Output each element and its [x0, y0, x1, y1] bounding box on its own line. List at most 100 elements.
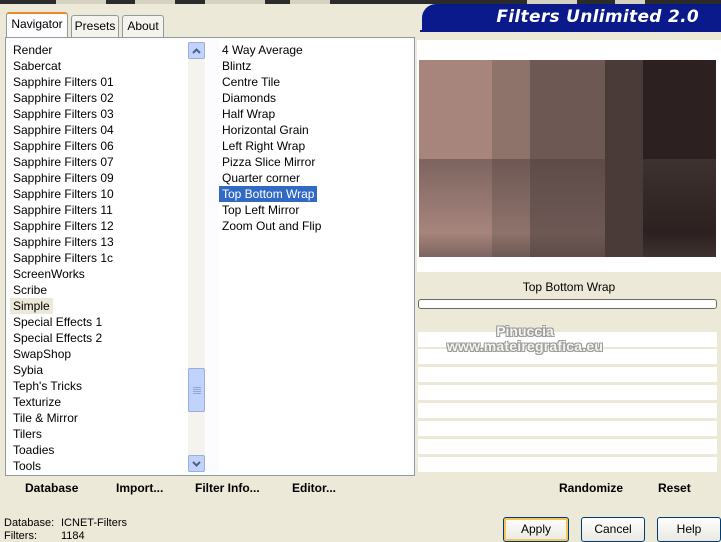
parameter-area — [417, 311, 721, 475]
filter-item[interactable]: Top Left Mirror — [219, 202, 302, 218]
filter-item[interactable]: Pizza Slice Mirror — [219, 154, 318, 170]
preview-tile — [643, 159, 716, 257]
database-button[interactable]: Database — [25, 480, 78, 496]
category-item[interactable]: Sapphire Filters 1c — [10, 250, 116, 266]
parameter-row — [418, 332, 717, 347]
category-item[interactable]: Sapphire Filters 10 — [10, 186, 117, 202]
category-item[interactable]: Teph's Tricks — [10, 378, 85, 394]
help-button[interactable]: Help — [657, 517, 721, 542]
category-list[interactable]: Render Sabercat Sapphire Filters 01 Sapphir… — [10, 40, 206, 473]
parameter-row — [418, 367, 717, 382]
preview-tile — [492, 60, 530, 159]
import-button[interactable]: Import... — [116, 480, 163, 496]
cancel-button[interactable]: Cancel — [581, 517, 645, 542]
filter-info-label: Filter Info... — [195, 481, 260, 495]
app-title: Filters Unlimited 2.0 — [496, 7, 699, 27]
category-item[interactable]: Tools — [10, 458, 44, 473]
reset-button[interactable]: Reset — [658, 480, 691, 496]
help-label: Help — [676, 522, 702, 536]
import-label: Import... — [116, 481, 164, 495]
filter-item[interactable]: Blintz — [219, 58, 254, 74]
preview-tile — [419, 60, 492, 159]
category-item[interactable]: Sapphire Filters 09 — [10, 170, 117, 186]
category-item[interactable]: Simple — [10, 298, 53, 314]
category-item[interactable]: Sapphire Filters 03 — [10, 106, 117, 122]
filter-list[interactable]: 4 Way Average Blintz Centre Tile Diamonds Ha… — [219, 40, 412, 473]
status-database-label: Database: — [4, 517, 55, 529]
filter-item[interactable]: 4 Way Average — [219, 42, 306, 58]
preview-tile — [530, 159, 605, 257]
tab-navigator-label: Navigator — [11, 17, 63, 31]
preview-image — [419, 60, 716, 257]
parameter-row — [418, 421, 717, 436]
randomize-label: Randomize — [559, 481, 624, 495]
status-database-value: ICNET-Filters — [61, 517, 127, 529]
filter-item[interactable]: Centre Tile — [219, 74, 283, 90]
parameter-row — [418, 349, 717, 364]
category-item[interactable]: Sapphire Filters 13 — [10, 234, 117, 250]
category-item[interactable]: Toadies — [10, 442, 57, 458]
category-item[interactable]: SwapShop — [10, 346, 74, 362]
category-item[interactable]: Special Effects 1 — [10, 314, 105, 330]
filter-name-label: Top Bottom Wrap — [417, 276, 721, 298]
editor-button[interactable]: Editor... — [292, 480, 336, 496]
cancel-label: Cancel — [594, 522, 632, 536]
category-item[interactable]: Sapphire Filters 01 — [10, 74, 117, 90]
tab-navigator[interactable]: Navigator — [6, 12, 68, 38]
preview-tile — [605, 159, 643, 257]
chevron-up-icon — [192, 47, 201, 54]
database-label: Database — [25, 481, 79, 495]
category-item[interactable]: Scribe — [10, 282, 50, 298]
filter-item[interactable]: Half Wrap — [219, 106, 278, 122]
filter-item[interactable]: Quarter corner — [219, 170, 303, 186]
tab-presets-label: Presets — [74, 19, 116, 33]
preview-tile — [492, 159, 530, 257]
preview-tile — [530, 60, 605, 159]
preview-tile — [419, 159, 492, 257]
randomize-button[interactable]: Randomize — [559, 480, 623, 496]
category-item[interactable]: Sapphire Filters 04 — [10, 122, 117, 138]
editor-label: Editor... — [292, 481, 337, 495]
category-item[interactable]: Tile & Mirror — [10, 410, 81, 426]
tab-about[interactable]: About — [122, 15, 164, 37]
scroll-down-button[interactable] — [188, 455, 205, 472]
parameter-row — [418, 457, 717, 472]
title-banner: Filters Unlimited 2.0 — [422, 4, 721, 30]
status-filters-label: Filters: — [4, 530, 37, 542]
category-item[interactable]: Sybia — [10, 362, 46, 378]
chevron-down-icon — [192, 460, 201, 467]
tab-presets[interactable]: Presets — [71, 15, 119, 37]
category-item[interactable]: Texturize — [10, 394, 64, 410]
category-item[interactable]: Sapphire Filters 07 — [10, 154, 117, 170]
banner-underline — [420, 30, 721, 32]
category-scrollbar[interactable] — [188, 42, 205, 472]
filter-item[interactable]: Top Bottom Wrap — [219, 186, 318, 202]
parameter-row — [418, 385, 717, 400]
preview-tile — [643, 60, 716, 159]
category-item[interactable]: Sapphire Filters 11 — [10, 202, 116, 218]
filter-item[interactable]: Left Right Wrap — [219, 138, 308, 154]
filter-item[interactable]: Diamonds — [219, 90, 279, 106]
apply-button[interactable]: Apply — [503, 517, 569, 542]
parameter-row — [418, 403, 717, 418]
scroll-up-button[interactable] — [188, 42, 205, 59]
category-item[interactable]: Sapphire Filters 02 — [10, 90, 117, 106]
category-item[interactable]: Sapphire Filters 12 — [10, 218, 117, 234]
progress-bar — [418, 299, 717, 309]
filter-info-button[interactable]: Filter Info... — [195, 480, 260, 496]
filter-item[interactable]: Zoom Out and Flip — [219, 218, 324, 234]
filter-item[interactable]: Horizontal Grain — [219, 122, 312, 138]
preview-tile — [605, 60, 643, 159]
category-item[interactable]: Special Effects 2 — [10, 330, 105, 346]
category-item[interactable]: Render — [10, 42, 55, 58]
tab-about-label: About — [127, 19, 159, 33]
category-item[interactable]: Sapphire Filters 06 — [10, 138, 117, 154]
category-item[interactable]: Tilers — [10, 426, 45, 442]
apply-label: Apply — [520, 522, 552, 536]
status-filters-value: 1184 — [61, 530, 85, 542]
category-item[interactable]: ScreenWorks — [10, 266, 88, 282]
reset-label: Reset — [658, 481, 691, 495]
parameter-row — [418, 439, 717, 454]
scroll-thumb[interactable] — [188, 368, 205, 412]
category-item[interactable]: Sabercat — [10, 58, 64, 74]
